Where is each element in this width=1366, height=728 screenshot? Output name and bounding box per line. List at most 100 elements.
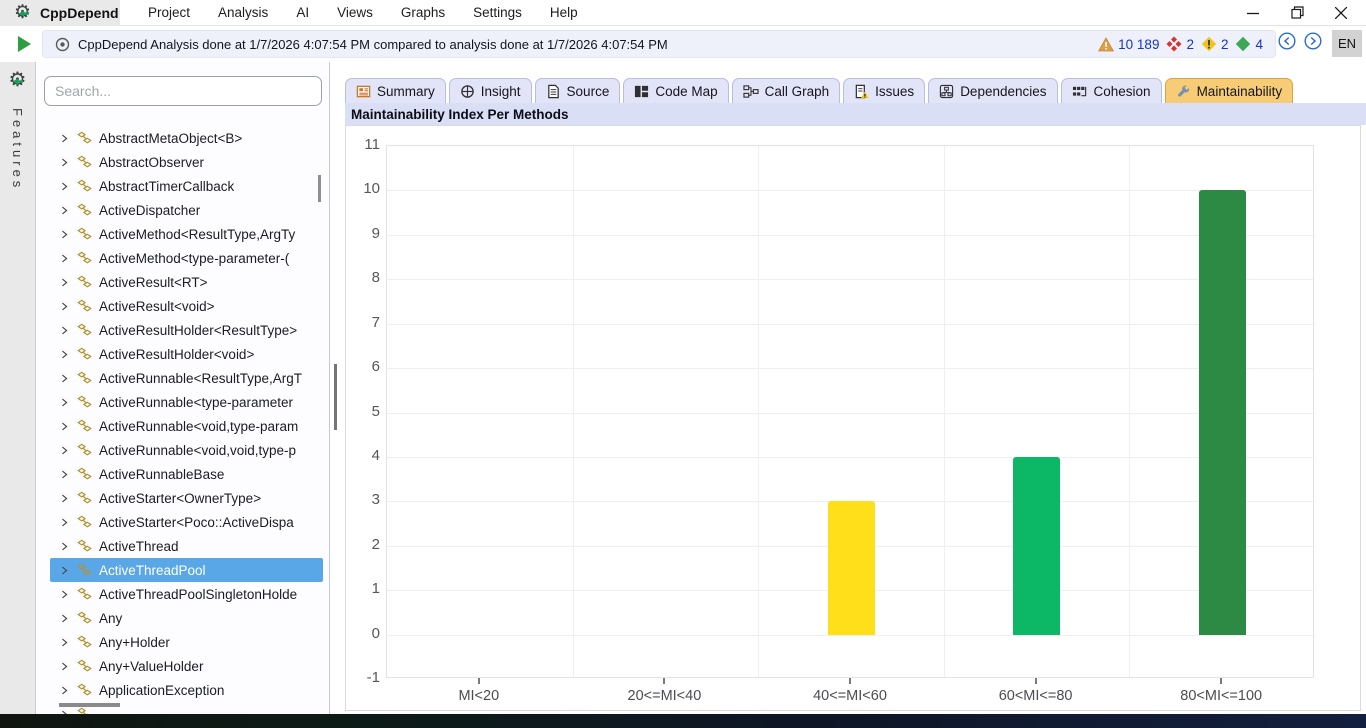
- tree-item[interactable]: Any+ValueHolder: [50, 654, 323, 678]
- tree-horizontal-scrollbar[interactable]: [59, 703, 120, 707]
- chevron-right-icon[interactable]: [59, 349, 70, 360]
- close-button[interactable]: [1330, 3, 1352, 23]
- tab-source[interactable]: Source: [535, 78, 621, 104]
- chevron-right-icon[interactable]: [59, 157, 70, 168]
- chevron-right-icon[interactable]: [59, 685, 70, 696]
- chevron-right-icon[interactable]: [59, 301, 70, 312]
- chevron-right-icon[interactable]: [59, 445, 70, 456]
- tree-item[interactable]: ActiveThread: [50, 534, 323, 558]
- tree-item[interactable]: ActiveResult<RT>: [50, 270, 323, 294]
- tree-item-label: ActiveRunnable<void,void,type-p: [99, 443, 296, 458]
- chevron-right-icon[interactable]: [59, 637, 70, 648]
- tree-item[interactable]: ActiveRunnable<void,void,type-p: [50, 438, 323, 462]
- badge-violated-rules-diamond[interactable]: 2: [1201, 36, 1229, 52]
- badge-ok-rules-diamond[interactable]: 4: [1235, 36, 1263, 52]
- features-gear-icon[interactable]: ⚙: [7, 70, 29, 92]
- maximize-button[interactable]: [1286, 3, 1308, 23]
- gridline: [387, 413, 1313, 414]
- tree-item[interactable]: ActiveDispatcher: [50, 198, 323, 222]
- class-icon: [77, 323, 92, 338]
- chevron-right-icon[interactable]: [59, 421, 70, 432]
- tab-issues[interactable]: Issues: [843, 78, 925, 104]
- badge-critical-rules-diamond[interactable]: 2: [1166, 36, 1194, 52]
- summary-icon: [356, 84, 371, 99]
- chevron-right-icon[interactable]: [59, 469, 70, 480]
- tree-item[interactable]: Any: [50, 606, 323, 630]
- chart-bar-40<=MI<60: [828, 501, 875, 634]
- tab-cohesion[interactable]: Cohesion: [1061, 78, 1162, 104]
- chevron-right-icon[interactable]: [59, 253, 70, 264]
- tree-item[interactable]: ActiveMethod<type-parameter-(: [50, 246, 323, 270]
- chevron-right-icon[interactable]: [59, 517, 70, 528]
- tree-item[interactable]: AbstractTimerCallback: [50, 174, 323, 198]
- tab-code-map[interactable]: Code Map: [623, 78, 728, 104]
- main-area: ⚙ Features AbstractMetaObject<B>Abstract…: [0, 62, 1366, 714]
- menu-item-views[interactable]: Views: [323, 0, 387, 26]
- menu-item-help[interactable]: Help: [536, 0, 592, 26]
- menu-item-ai[interactable]: AI: [282, 0, 323, 26]
- chevron-right-icon[interactable]: [59, 229, 70, 240]
- run-analysis-button[interactable]: [18, 36, 31, 52]
- menu-item-project[interactable]: Project: [134, 0, 204, 26]
- tree-item[interactable]: ActiveResultHolder<ResultType>: [50, 318, 323, 342]
- tree-item[interactable]: ActiveRunnable<void,type-param: [50, 414, 323, 438]
- tab-maintainability[interactable]: Maintainability: [1165, 78, 1294, 104]
- chevron-right-icon[interactable]: [59, 373, 70, 384]
- chevron-right-icon[interactable]: [59, 589, 70, 600]
- class-icon: [77, 563, 92, 578]
- tree-item[interactable]: ActiveRunnableBase: [50, 462, 323, 486]
- tab-call-graph[interactable]: Call Graph: [732, 78, 841, 104]
- chevron-right-icon[interactable]: [59, 613, 70, 624]
- language-button[interactable]: EN: [1332, 30, 1362, 57]
- minimize-button[interactable]: [1242, 3, 1264, 23]
- chevron-right-icon[interactable]: [59, 397, 70, 408]
- nav-forward-button[interactable]: [1304, 32, 1322, 50]
- tab-dependencies[interactable]: Dependencies: [928, 78, 1057, 104]
- tree-item[interactable]: ActiveStarter<Poco::ActiveDispa: [50, 510, 323, 534]
- menu-item-analysis[interactable]: Analysis: [204, 0, 282, 26]
- chevron-right-icon[interactable]: [59, 661, 70, 672]
- tree-item[interactable]: ActiveResultHolder<void>: [50, 342, 323, 366]
- panel-splitter[interactable]: [334, 364, 337, 430]
- class-icon: [77, 227, 92, 242]
- menu-item-settings[interactable]: Settings: [459, 0, 536, 26]
- search-input[interactable]: [44, 76, 322, 106]
- tree-panel: AbstractMetaObject<B>AbstractObserverAbs…: [37, 62, 330, 714]
- tree-item[interactable]: ActiveResult<void>: [50, 294, 323, 318]
- badge-warning-triangle[interactable]: 10 189: [1098, 37, 1159, 52]
- chevron-right-icon[interactable]: [59, 541, 70, 552]
- tree-item[interactable]: ActiveThreadPoolSingletonHolde: [50, 582, 323, 606]
- tree-item[interactable]: AbstractMetaObject<B>: [50, 126, 323, 150]
- chevron-right-icon[interactable]: [59, 325, 70, 336]
- tree-item-selected[interactable]: ActiveThreadPool: [50, 558, 323, 582]
- tab-summary[interactable]: Summary: [345, 78, 446, 104]
- tree-item[interactable]: ActiveStarter<OwnerType>: [50, 486, 323, 510]
- chevron-right-icon[interactable]: [59, 493, 70, 504]
- chevron-right-icon[interactable]: [59, 133, 70, 144]
- chevron-right-icon[interactable]: [59, 277, 70, 288]
- y-axis-label: 10: [346, 180, 380, 197]
- chevron-right-icon[interactable]: [59, 565, 70, 576]
- tree-item[interactable]: ActiveRunnable<ResultType,ArgT: [50, 366, 323, 390]
- gridline: [1129, 146, 1130, 677]
- tree-item[interactable]: ApplicationException: [50, 678, 323, 702]
- nav-back-button[interactable]: [1278, 32, 1296, 50]
- x-axis-label: 20<=MI<40: [579, 688, 749, 704]
- tab-insight[interactable]: Insight: [449, 78, 532, 104]
- tab-label: Maintainability: [1197, 84, 1283, 99]
- tree-item[interactable]: AbstractObserver: [50, 150, 323, 174]
- gridline: [573, 146, 574, 677]
- chevron-right-icon[interactable]: [59, 181, 70, 192]
- menu-item-graphs[interactable]: Graphs: [387, 0, 459, 26]
- tree-item[interactable]: Any+Holder: [50, 630, 323, 654]
- chevron-right-icon[interactable]: [59, 205, 70, 216]
- taskbar[interactable]: [0, 714, 1366, 728]
- tree-vertical-scrollbar[interactable]: [318, 175, 321, 202]
- y-axis-label: 7: [346, 314, 380, 331]
- class-icon: [77, 179, 92, 194]
- cohesion-icon: [1072, 84, 1088, 99]
- class-icon: [77, 539, 92, 554]
- class-icon: [77, 299, 92, 314]
- tree-item[interactable]: ActiveMethod<ResultType,ArgTy: [50, 222, 323, 246]
- tree-item[interactable]: ActiveRunnable<type-parameter: [50, 390, 323, 414]
